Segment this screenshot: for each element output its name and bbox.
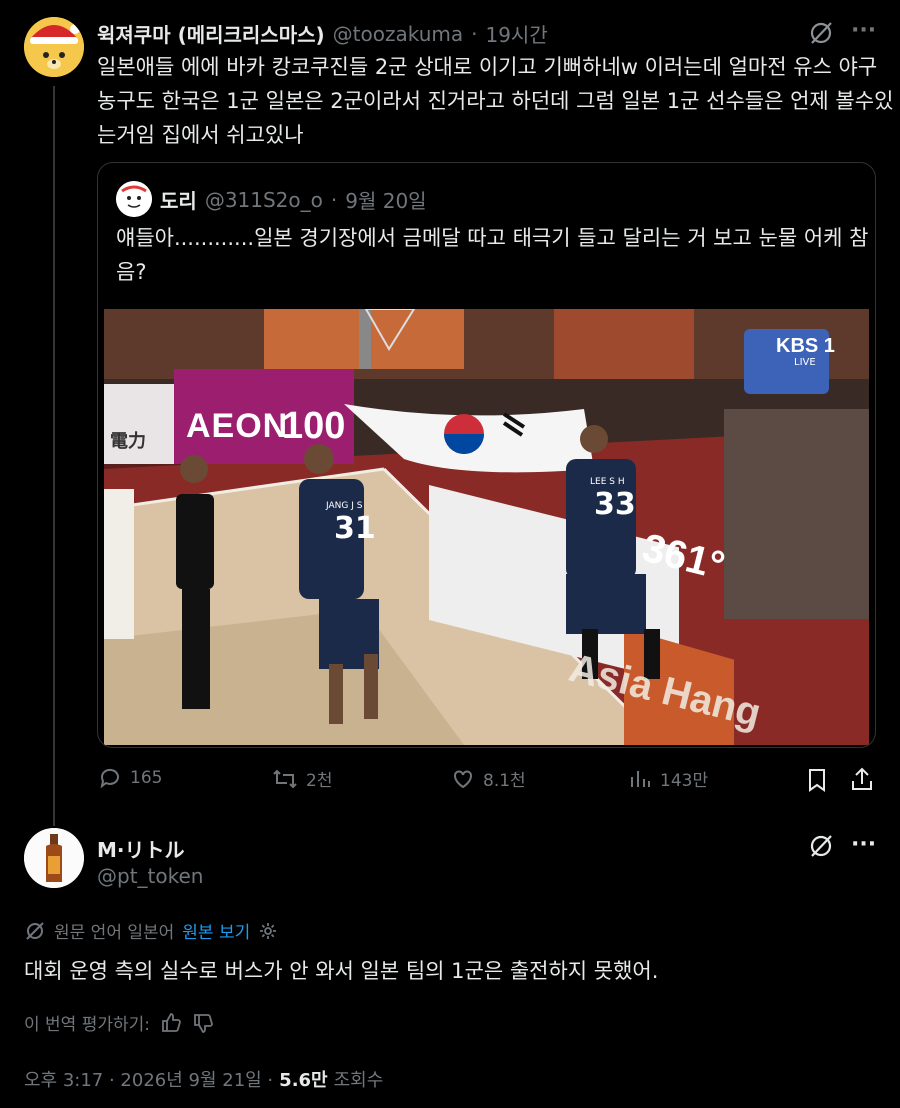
tweet-text-line: 는거임 집에서 쉬고있나 [97,123,304,147]
avatar[interactable] [24,17,84,77]
reply-body-text: 대회 운영 측의 실수로 버스가 안 와서 일본 팀의 1군은 출전하지 못했어… [24,959,659,983]
settings-gear-icon[interactable] [258,921,278,941]
player-31-number: 31 [334,511,376,546]
reply-count: 165 [130,768,163,788]
share-icon[interactable] [850,766,874,792]
thread-connector-line [53,86,55,826]
tweet-text-line: 일본애들 에에 바카 캉코쿠진들 2군 상대로 이기고 기뻐하네w 이러는데 얼… [97,55,878,79]
thumbs-down-icon[interactable] [192,1012,214,1034]
quote-author-name: 도리 [160,189,197,213]
timestamp[interactable]: 19시간 [485,19,547,48]
banner-kanji-text: 電力 [110,431,146,452]
rate-translation-label: 이 번역 평가하기: [24,1015,151,1035]
views-bar-chart-icon [631,770,650,787]
quote-header: 도리 @311S2o_o · 9월 20일 [160,185,427,214]
separator-dot: · [471,21,478,46]
source-language-label: 원문 언어 일본어 [54,923,175,943]
repost-icon [273,769,297,788]
quote-avatar [116,181,152,217]
show-original-link[interactable]: 원본 보기 [182,918,250,943]
quote-media-image[interactable]: Asia Hang AEON 100 電力 KBS 1 LIVE JANG J … [104,309,869,745]
reply-author-name[interactable]: M·リトル [97,834,185,863]
views-button[interactable]: 143만 [628,766,708,791]
player-33-number: 33 [594,487,636,522]
heart-icon [454,770,472,788]
translation-note: 원문 언어 일본어 원본 보기 [24,918,278,943]
quoted-tweet-card[interactable]: 도리 @311S2o_o · 9월 20일 얘들아............일본 … [97,162,876,748]
basketball-scene-image: Asia Hang [104,309,869,745]
reply-more-options-button[interactable]: ··· [851,832,876,857]
reply-icon [100,768,119,789]
grok-small-icon [26,921,44,940]
broadcast-live-text: LIVE [794,357,816,368]
like-button[interactable]: 8.1천 [451,766,526,791]
repost-button[interactable]: 2천 [272,766,332,791]
post-view-count: 5.6만 [279,1070,328,1091]
more-options-button[interactable]: ··· [851,18,876,43]
like-count: 8.1천 [483,771,526,791]
quote-text-line: 음? [116,260,147,284]
author-name[interactable]: 윅져쿠마 (메리크리스마스) [97,19,325,48]
reply-author-handle[interactable]: @pt_token [97,864,203,888]
quote-author-handle: @311S2o_o [204,187,323,212]
reply-button[interactable]: 165 [98,766,162,790]
repost-count: 2천 [306,771,333,791]
post-meta: 오후 3:17 · 2026년 9월 21일 · 5.6만 조회수 [24,1066,383,1092]
post-timestamp[interactable]: 오후 3:17 · 2026년 9월 21일 · [24,1066,273,1092]
quote-text-line: 얘들아............일본 경기장에서 금메달 따고 태극기 들고 달리… [116,226,869,250]
bookmark-icon[interactable] [806,768,828,792]
bear-santa-avatar-icon [24,17,84,77]
player-33-name: LEE S H [590,477,625,487]
author-handle[interactable]: @toozakuma [333,22,463,46]
post-view-label: 조회수 [333,1070,384,1091]
grok-icon[interactable] [808,20,834,46]
cartoon-character-icon [116,181,152,217]
separator-dot: · [330,187,338,212]
view-count: 143만 [660,771,709,791]
broadcast-logo: KBS 1 [776,335,835,357]
tweet-text-line: 농구도 한국은 1군 일본은 2군이라서 진거라고 하던데 그럼 일본 1군 선… [97,89,894,113]
tweet-header: 윅져쿠마 (메리크리스마스) @toozakuma · 19시간 [97,19,548,48]
banner-aeon-text: AEON [186,407,289,445]
translation-rating: 이 번역 평가하기: [24,1010,214,1035]
banner-number-text: 100 [282,405,346,447]
thumbs-up-icon[interactable] [160,1012,182,1034]
grok-icon[interactable] [808,833,834,859]
tweet-body: 일본애들 에에 바카 캉코쿠진들 2군 상대로 이기고 기뻐하네w 이러는데 얼… [97,50,894,152]
quote-date: 9월 20일 [345,189,427,213]
bottle-avatar-icon [24,828,84,888]
quote-body: 얘들아............일본 경기장에서 금메달 따고 태극기 들고 달리… [116,221,869,289]
reply-avatar[interactable] [24,828,84,888]
player-31-name: JANG J S [326,501,363,511]
